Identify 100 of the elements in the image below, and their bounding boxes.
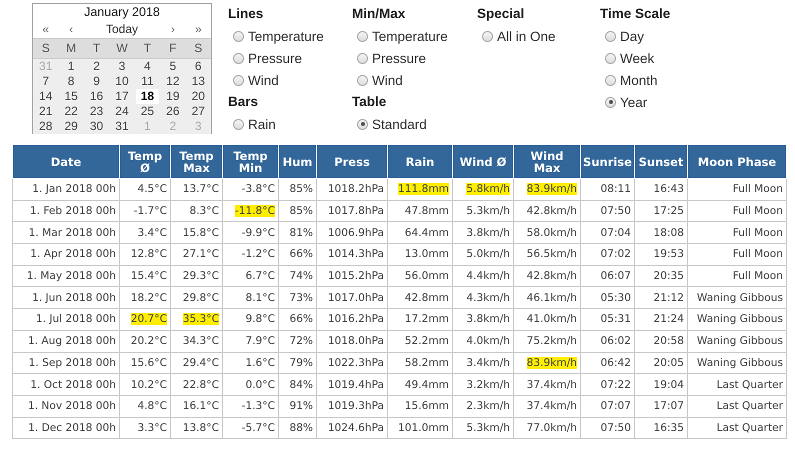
calendar-day[interactable]: 9 bbox=[84, 74, 108, 89]
previous-year-button[interactable]: « bbox=[33, 21, 58, 38]
calendar-day[interactable]: 10 bbox=[110, 74, 134, 89]
radio-button[interactable] bbox=[233, 52, 244, 64]
calendar-day[interactable]: 13 bbox=[186, 74, 210, 89]
radio-label[interactable]: Day bbox=[620, 28, 644, 44]
table-cell: 20.2°C bbox=[120, 330, 170, 352]
table-cell: 1024.6hPa bbox=[316, 417, 388, 439]
next-month-button[interactable]: › bbox=[160, 21, 186, 38]
radio-label[interactable]: All in One bbox=[497, 28, 556, 44]
option-group-title: Bars bbox=[228, 93, 260, 111]
radio-button[interactable] bbox=[357, 74, 368, 86]
radio-button[interactable] bbox=[605, 74, 616, 86]
table-cell: 07:50 bbox=[580, 417, 634, 439]
radio-label[interactable]: Wind bbox=[248, 72, 279, 88]
column-header[interactable]: Wind Max bbox=[514, 144, 580, 178]
calendar-day[interactable]: 29 bbox=[59, 119, 83, 134]
radio-label[interactable]: Week bbox=[620, 50, 654, 66]
table-cell: 42.8mm bbox=[388, 286, 452, 309]
calendar-day[interactable]: 21 bbox=[34, 104, 58, 119]
column-header[interactable]: Temp Ø bbox=[120, 144, 170, 178]
radio-button[interactable] bbox=[233, 74, 244, 86]
radio-button[interactable] bbox=[605, 52, 616, 64]
calendar-day[interactable]: 18 bbox=[136, 89, 160, 104]
table-cell: 1. May 2018 00h bbox=[12, 265, 120, 287]
calendar-day[interactable]: 27 bbox=[186, 104, 210, 119]
table-cell: 58.0km/h bbox=[514, 222, 580, 244]
calendar-day[interactable]: 26 bbox=[161, 104, 185, 119]
radio-button[interactable] bbox=[357, 52, 368, 64]
calendar-day[interactable]: 25 bbox=[136, 104, 160, 119]
highlighted-value: 83.9km/h bbox=[526, 183, 577, 196]
calendar-day[interactable]: 22 bbox=[59, 104, 83, 119]
column-header[interactable]: Moon Phase bbox=[688, 144, 786, 178]
table-cell: 3.2km/h bbox=[452, 374, 514, 396]
next-year-button[interactable]: » bbox=[186, 21, 211, 38]
radio-label[interactable]: Temperature bbox=[248, 28, 324, 44]
calendar-day[interactable]: 7 bbox=[34, 74, 58, 89]
table-cell: 5.3km/h bbox=[452, 417, 514, 439]
table-cell: 72% bbox=[278, 330, 316, 352]
radio-label[interactable]: Year bbox=[620, 94, 648, 110]
radio-button[interactable] bbox=[233, 30, 244, 42]
calendar-day[interactable]: 19 bbox=[161, 89, 185, 104]
calendar-day[interactable]: 24 bbox=[110, 104, 134, 119]
column-header[interactable]: Wind Ø bbox=[452, 144, 514, 178]
radio-label[interactable]: Pressure bbox=[248, 50, 302, 66]
calendar-day[interactable]: 1 bbox=[59, 59, 83, 74]
calendar-day[interactable]: 8 bbox=[59, 74, 83, 89]
radio-button[interactable] bbox=[357, 118, 368, 130]
table-cell: 1. Oct 2018 00h bbox=[12, 374, 120, 396]
radio-button[interactable] bbox=[482, 30, 493, 42]
radio-label[interactable]: Wind bbox=[372, 72, 403, 88]
radio-button[interactable] bbox=[605, 30, 616, 42]
column-header[interactable]: Hum bbox=[278, 144, 316, 178]
calendar-day[interactable]: 4 bbox=[136, 59, 160, 74]
radio-label[interactable]: Pressure bbox=[372, 50, 426, 66]
calendar-day[interactable]: 20 bbox=[186, 89, 210, 104]
table-cell: 17:25 bbox=[634, 200, 688, 222]
table-cell: 1018.0hPa bbox=[316, 330, 388, 352]
table-cell: 07:07 bbox=[580, 395, 634, 418]
table-cell: 07:22 bbox=[580, 374, 634, 396]
column-header[interactable]: Date bbox=[12, 144, 120, 178]
radio-label[interactable]: Temperature bbox=[372, 28, 448, 44]
calendar-day[interactable]: 23 bbox=[84, 104, 108, 119]
calendar-day[interactable]: 15 bbox=[59, 89, 83, 104]
calendar-day[interactable]: 6 bbox=[186, 59, 210, 74]
calendar-day[interactable]: 17 bbox=[110, 89, 134, 104]
radio-label[interactable]: Standard bbox=[372, 116, 427, 132]
column-header[interactable]: Rain bbox=[388, 144, 452, 178]
previous-month-button[interactable]: ‹ bbox=[58, 21, 84, 38]
radio-label[interactable]: Month bbox=[620, 72, 658, 88]
table-cell: -9.9°C bbox=[222, 222, 278, 244]
column-header[interactable]: Sunrise bbox=[580, 144, 634, 178]
table-cell: 1. Aug 2018 00h bbox=[12, 330, 120, 352]
table-cell: 21:12 bbox=[634, 286, 688, 309]
calendar-day[interactable]: 11 bbox=[136, 74, 160, 89]
table-cell: 27.1°C bbox=[170, 244, 222, 266]
calendar-day[interactable]: 3 bbox=[110, 59, 134, 74]
calendar-day[interactable]: 31 bbox=[110, 119, 134, 134]
calendar-day[interactable]: 14 bbox=[34, 89, 58, 104]
column-header[interactable]: Sunset bbox=[634, 144, 688, 178]
calendar-day[interactable]: 28 bbox=[34, 119, 58, 134]
radio-label[interactable]: Rain bbox=[248, 116, 276, 132]
table-cell: 15.6mm bbox=[388, 395, 452, 418]
today-button[interactable]: Today bbox=[84, 21, 160, 38]
calendar-day[interactable]: 30 bbox=[84, 119, 108, 134]
radio-button[interactable] bbox=[233, 118, 244, 130]
table-cell: -1.2°C bbox=[222, 244, 278, 266]
column-header[interactable]: Temp Max bbox=[170, 144, 222, 178]
calendar-day[interactable]: 2 bbox=[84, 59, 108, 74]
table-cell: 37.4km/h bbox=[514, 395, 580, 418]
table-cell: 56.5km/h bbox=[514, 244, 580, 266]
radio-button[interactable] bbox=[605, 96, 616, 108]
calendar-day[interactable]: 12 bbox=[161, 74, 185, 89]
table-cell: 1017.8hPa bbox=[316, 200, 388, 222]
column-header[interactable]: Temp Min bbox=[222, 144, 278, 178]
table-cell: 05:31 bbox=[580, 308, 634, 330]
calendar-day[interactable]: 5 bbox=[161, 59, 185, 74]
column-header[interactable]: Press bbox=[316, 144, 388, 178]
calendar-day[interactable]: 16 bbox=[84, 89, 108, 104]
radio-button[interactable] bbox=[357, 30, 368, 42]
